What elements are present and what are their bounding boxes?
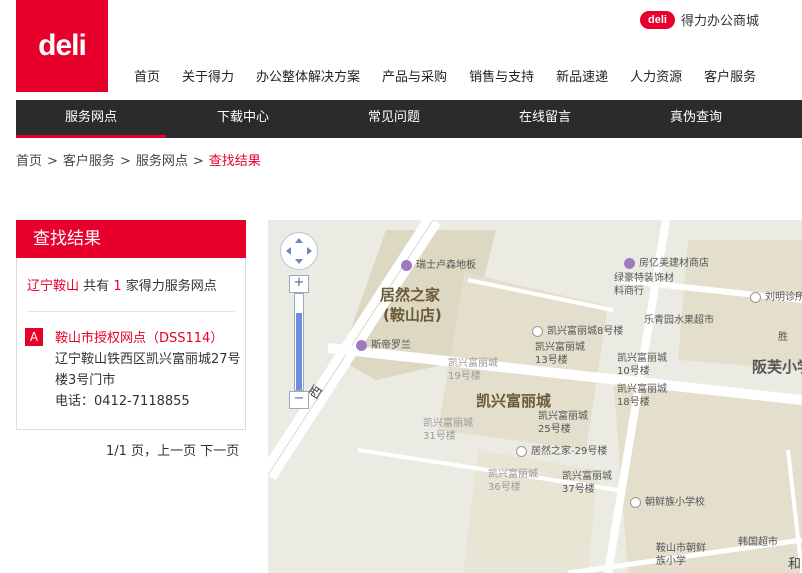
map-label-sidi: 斯帝罗兰 bbox=[371, 340, 411, 351]
pagination: 1/1 页，上一页 下一页 bbox=[106, 440, 239, 459]
poi-icon bbox=[750, 291, 761, 303]
top-nav-products[interactable]: 产品与采购 bbox=[382, 66, 447, 85]
sub-nav-faq[interactable]: 常见问题 bbox=[319, 100, 469, 138]
sub-nav: 服务网点 下载中心 常见问题 在线留言 真伪查询 bbox=[16, 100, 802, 138]
pagination-info: 1/1 页， bbox=[106, 444, 158, 459]
breadcrumb-current: 查找结果 bbox=[208, 154, 261, 169]
map-label-kx-main: 凯兴富丽城 bbox=[476, 392, 552, 410]
zoom-in-button[interactable]: + bbox=[289, 275, 309, 293]
result-panel-title: 查找结果 bbox=[16, 220, 246, 258]
map[interactable]: 瑞士卢森地板 居然之家 (鞍山店) 斯帝罗兰 凯兴富丽城19号楼 凯兴富丽城 凯… bbox=[268, 220, 802, 573]
breadcrumb-outlets[interactable]: 服务网点 bbox=[136, 154, 188, 169]
poi-icon bbox=[516, 445, 527, 457]
logo-text: deli bbox=[38, 29, 87, 62]
map-poi: 朝鲜族小学校 bbox=[630, 493, 705, 508]
mall-badge: deli bbox=[640, 10, 675, 29]
poi-icon bbox=[401, 259, 412, 271]
map-label-jr29: 居然之家-29号楼 bbox=[531, 446, 608, 457]
map-poi: 居然之家-29号楼 bbox=[516, 442, 607, 457]
map-label-sheng: 胜 bbox=[778, 332, 788, 343]
map-label-kx13: 凯兴富丽城13号楼 bbox=[535, 342, 585, 366]
mall-link-text: 得力办公商城 bbox=[680, 14, 759, 29]
next-page-link[interactable]: 下一页 bbox=[200, 444, 239, 459]
map-label-kx37: 凯兴富丽城37号楼 bbox=[562, 471, 612, 495]
map-label-banfu: 阪芙小学 bbox=[752, 358, 802, 376]
map-label-kx10: 凯兴富丽城10号楼 bbox=[617, 353, 667, 377]
divider bbox=[27, 311, 235, 312]
map-label-anshan-cx: 鞍山市朝鲜族小学 bbox=[656, 543, 706, 567]
top-nav-home[interactable]: 首页 bbox=[134, 66, 160, 85]
poi-icon bbox=[356, 339, 367, 351]
deli-logo[interactable]: deli bbox=[16, 0, 108, 92]
map-label-kx25: 凯兴富丽城25号楼 bbox=[538, 411, 588, 435]
map-label-furniture-mall: 居然之家 bbox=[380, 286, 441, 304]
pan-arrows-icon bbox=[286, 238, 312, 264]
outlet-address: 辽宁鞍山铁西区凯兴富丽城27号楼3号门市 bbox=[55, 352, 241, 388]
result-suffix: 家得力服务网点 bbox=[125, 279, 217, 294]
mall-link[interactable]: deli 得力办公商城 bbox=[640, 10, 759, 29]
map-label-kx31: 凯兴富丽城31号楼 bbox=[423, 418, 473, 442]
map-poi: 凯兴富丽城8号楼 bbox=[532, 322, 623, 337]
poi-icon bbox=[624, 257, 635, 269]
zoom-slider[interactable] bbox=[294, 293, 304, 391]
breadcrumb-separator: > bbox=[192, 154, 204, 169]
map-label-kx18: 凯兴富丽城18号楼 bbox=[617, 384, 667, 408]
result-count: 1 bbox=[113, 279, 122, 294]
top-nav-hr[interactable]: 人力资源 bbox=[630, 66, 682, 85]
top-nav-service[interactable]: 客户服务 bbox=[704, 66, 756, 85]
prev-page-link[interactable]: 上一页 bbox=[157, 444, 196, 459]
poi-icon bbox=[630, 496, 641, 508]
poi-icon bbox=[532, 325, 543, 337]
breadcrumb-service[interactable]: 客户服务 bbox=[63, 154, 115, 169]
sub-nav-message[interactable]: 在线留言 bbox=[470, 100, 620, 138]
outlet-marker: A bbox=[25, 328, 43, 346]
breadcrumb-separator: > bbox=[119, 154, 131, 169]
map-label-kx19: 凯兴富丽城19号楼 bbox=[448, 358, 498, 382]
map-label-hanguo: 韩国超市 bbox=[738, 537, 778, 548]
top-nav-sales[interactable]: 销售与支持 bbox=[469, 66, 534, 85]
result-summary: 辽宁鞍山 共有 1 家得力服务网点 bbox=[27, 275, 217, 294]
breadcrumb-home[interactable]: 首页 bbox=[16, 154, 42, 169]
map-poi: 瑞士卢森地板 bbox=[401, 256, 476, 271]
outlet-phone: 电话：0412-7118855 bbox=[55, 394, 190, 409]
result-panel: 查找结果 辽宁鞍山 共有 1 家得力服务网点 A 鞍山市授权网点（DSS114）… bbox=[16, 220, 246, 430]
map-label-liuming: 刘明诊所 bbox=[765, 292, 802, 303]
zoom-level-fill bbox=[296, 313, 302, 390]
map-poi: 刘明诊所 bbox=[750, 288, 802, 303]
map-label-ruishi: 瑞士卢森地板 bbox=[416, 260, 476, 271]
map-poi: 房亿美建材商店 bbox=[624, 254, 709, 269]
map-label-luhao: 绿豪特装饰材料商行 bbox=[614, 273, 674, 297]
map-label-furniture-mall-sub: (鞍山店) bbox=[383, 306, 442, 324]
map-label-fangyi: 房亿美建材商店 bbox=[639, 258, 709, 269]
top-nav-new[interactable]: 新品速递 bbox=[556, 66, 608, 85]
map-road-label: 和 bbox=[788, 557, 802, 572]
breadcrumb-separator: > bbox=[47, 154, 58, 169]
result-region: 辽宁鞍山 bbox=[27, 279, 80, 294]
map-poi: 斯帝罗兰 bbox=[356, 336, 411, 351]
map-label-kx8: 凯兴富丽城8号楼 bbox=[547, 326, 624, 337]
sub-nav-downloads[interactable]: 下载中心 bbox=[168, 100, 318, 138]
sub-nav-outlets[interactable]: 服务网点 bbox=[16, 100, 166, 138]
map-label-leqing: 乐青园水果超市 bbox=[644, 315, 714, 326]
top-nav: 首页 关于得力 办公整体解决方案 产品与采购 销售与支持 新品速递 人力资源 客… bbox=[134, 66, 778, 85]
map-label-chaoxian: 朝鲜族小学校 bbox=[645, 497, 705, 508]
map-label-kx36: 凯兴富丽城36号楼 bbox=[488, 469, 538, 493]
map-pan-control[interactable] bbox=[280, 232, 318, 270]
result-prefix: 共有 bbox=[83, 279, 110, 294]
top-nav-about[interactable]: 关于得力 bbox=[182, 66, 234, 85]
outlet-details: 鞍山市授权网点（DSS114） 辽宁鞍山铁西区凯兴富丽城27号楼3号门市 电话：… bbox=[55, 328, 245, 412]
outlet-name[interactable]: 鞍山市授权网点（DSS114） bbox=[55, 328, 245, 349]
map-zoom-control: + − bbox=[289, 275, 309, 409]
zoom-out-button[interactable]: − bbox=[289, 391, 309, 409]
top-nav-solutions[interactable]: 办公整体解决方案 bbox=[256, 66, 360, 85]
sub-nav-verify[interactable]: 真伪查询 bbox=[621, 100, 771, 138]
breadcrumb: 首页 > 客户服务 > 服务网点 > 查找结果 bbox=[16, 150, 261, 169]
